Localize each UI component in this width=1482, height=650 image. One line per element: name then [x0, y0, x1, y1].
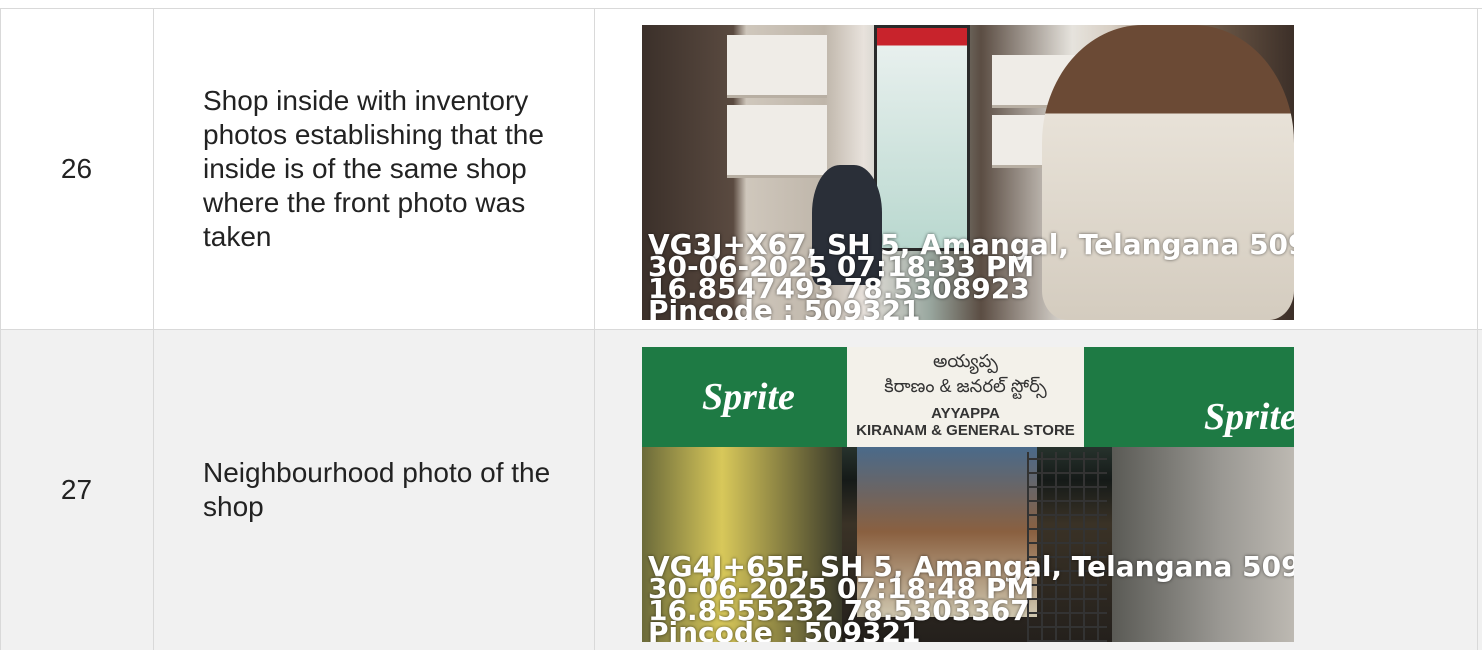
grid-line	[1477, 8, 1478, 650]
geotag-overlay: VG3J+X67, SH 5, Amangal, Telangana 50932…	[648, 231, 1294, 321]
signboard-telugu-name: అయ్యప్ప	[933, 351, 998, 371]
ad-banner-left: Sprite	[642, 347, 847, 447]
signboard-telugu-subtitle: కిరాణం & జనరల్ స్టోర్స్	[884, 376, 1047, 396]
evidence-table: 26 Shop inside with inventory photos est…	[0, 0, 1482, 650]
shop-front-photo[interactable]: Sprite అయ్యప్ప కిరాణం & జనరల్ స్టోర్స్ A…	[642, 347, 1294, 642]
row-number: 26	[60, 152, 93, 184]
shelf	[727, 105, 827, 178]
grid-line	[0, 329, 1482, 330]
row-number: 27	[60, 473, 93, 505]
signboard-english-name: AYYAPPA	[931, 405, 1000, 422]
geotag-overlay: VG4J+65F, SH 5, Amangal, Telangana 50932…	[648, 553, 1294, 643]
signboard-english-subtitle: KIRANAM & GENERAL STORE	[856, 422, 1075, 439]
ad-banner-right: Sprite	[1084, 347, 1294, 447]
table-row: 27 Neighbourhood photo of the shop Sprit…	[0, 329, 1482, 650]
grid-line	[153, 8, 154, 650]
banner-brand: Sprite	[702, 376, 795, 418]
shop-interior-photo[interactable]: VG3J+X67, SH 5, Amangal, Telangana 50932…	[642, 25, 1294, 320]
refrigerator	[874, 25, 970, 251]
grid-line	[0, 8, 1482, 9]
grid-line	[594, 8, 595, 650]
shop-signboard: అయ్యప్ప కిరాణం & జనరల్ స్టోర్స్ AYYAPPA …	[847, 347, 1084, 447]
banner-brand: Sprite	[1204, 396, 1294, 438]
row-description: Shop inside with inventory photos establ…	[203, 84, 544, 252]
row-description: Neighbourhood photo of the shop	[203, 456, 551, 522]
table-row: 26 Shop inside with inventory photos est…	[0, 8, 1482, 329]
grid-line	[0, 8, 1, 650]
shelf	[727, 35, 827, 98]
